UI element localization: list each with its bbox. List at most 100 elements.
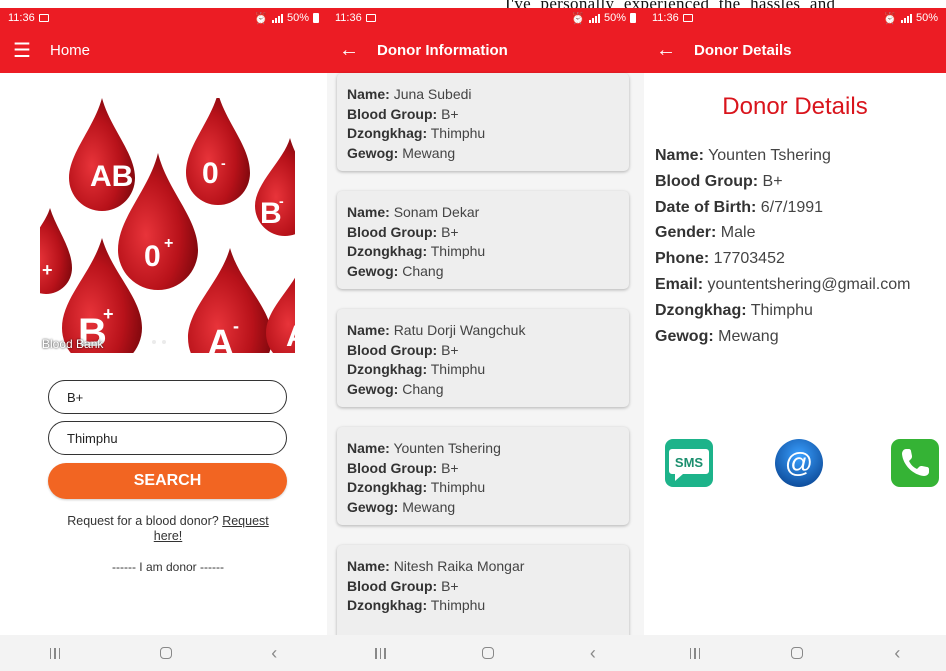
gewog-label: Gewog:	[347, 498, 399, 515]
dzongkhag-label: Dzongkhag:	[347, 125, 428, 141]
blood-drops-illustration: AB - 0 - B - 0 + + B + A - A	[40, 98, 295, 353]
alarm-icon: ⏰	[571, 12, 585, 25]
donor-blood-group: B+	[441, 223, 459, 240]
recent-apps-icon[interactable]	[49, 647, 61, 659]
home-screen: 11:36 ⏰ 50% ☰ Home AB - 0 - B - 0 + + B …	[0, 8, 327, 671]
detail-row: Date of Birth: 6/7/1991	[655, 195, 910, 221]
system-nav-bar: ‹	[327, 635, 644, 671]
donor-dzongkhag: Thimphu	[430, 243, 486, 259]
call-button[interactable]	[889, 437, 941, 489]
donor-card[interactable]: Name: Nitesh Raika Mongar Blood Group: B…	[337, 545, 629, 643]
gallery-notification-icon	[682, 14, 693, 22]
email-button[interactable]: @	[773, 437, 825, 489]
app-bar: ← Donor Details	[644, 28, 946, 73]
sms-label: SMS	[675, 455, 704, 470]
blood-group-label: Blood Group:	[347, 341, 438, 358]
detail-label: Name:	[655, 147, 704, 164]
battery-percent: 50%	[915, 12, 938, 24]
i-am-donor-link[interactable]: ------ I am donor ------	[56, 560, 280, 574]
donor-details-screen: 11:36 ⏰ 50% ← Donor Details Donor Details…	[644, 8, 946, 671]
page-title: Home	[50, 42, 91, 59]
dzongkhag-label: Dzongkhag:	[347, 243, 428, 259]
home-icon[interactable]	[791, 647, 804, 659]
search-button[interactable]: SEARCH	[48, 463, 287, 499]
gallery-notification-icon	[365, 14, 376, 22]
battery-icon	[630, 13, 636, 23]
back-icon[interactable]: ‹	[894, 643, 900, 664]
detail-row: Blood Group: B+	[655, 169, 910, 195]
status-bar: 11:36 ⏰ 50%	[644, 8, 946, 28]
blood-group-label: Blood Group:	[347, 459, 438, 476]
detail-row: Gender: Male	[655, 220, 910, 246]
donor-card[interactable]: Name: Juna Subedi Blood Group: B+ Dzongk…	[337, 73, 629, 171]
hamburger-menu-icon[interactable]: ☰	[12, 38, 32, 63]
home-icon[interactable]	[481, 647, 494, 659]
svg-text:-: -	[233, 316, 239, 336]
back-arrow-icon[interactable]: ←	[339, 39, 359, 62]
detail-label: Phone:	[655, 250, 710, 268]
dzongkhag-input[interactable]: Thimphu	[48, 421, 287, 455]
alarm-icon: ⏰	[254, 12, 268, 25]
detail-value: yountentshering@gmail.com	[707, 275, 911, 293]
back-icon[interactable]: ‹	[271, 643, 277, 664]
detail-label: Dzongkhag:	[655, 301, 747, 319]
status-bar: 11:36 ⏰ 50%	[327, 8, 644, 28]
blood-group-input[interactable]: B+	[48, 380, 287, 414]
donor-list: Name: Juna Subedi Blood Group: B+ Dzongk…	[337, 73, 629, 663]
svg-text:A: A	[207, 323, 234, 353]
donor-card[interactable]: Name: Sonam Dekar Blood Group: B+ Dzongk…	[337, 191, 629, 289]
svg-text:0: 0	[202, 157, 219, 190]
gewog-label: Gewog:	[347, 144, 399, 161]
dzongkhag-label: Dzongkhag:	[347, 597, 428, 613]
svg-text:A: A	[286, 320, 295, 353]
signal-icon	[271, 13, 283, 23]
system-nav-bar: ‹	[644, 635, 946, 671]
blood-group-value: B+	[67, 389, 84, 405]
donor-card[interactable]: Name: Younten Tshering Blood Group: B+ D…	[337, 427, 629, 525]
home-icon[interactable]	[159, 647, 172, 659]
name-label: Name:	[347, 322, 390, 338]
details-list: Name: Younten Tshering Blood Group: B+ D…	[655, 143, 910, 349]
donor-gewog: Mewang	[402, 144, 456, 161]
blood-bank-banner[interactable]: AB - 0 - B - 0 + + B + A - A Blood Bank	[40, 98, 295, 353]
name-label: Name:	[347, 204, 390, 220]
app-bar: ☰ Home	[0, 28, 327, 73]
dzongkhag-label: Dzongkhag:	[347, 479, 428, 495]
email-symbol: @	[785, 447, 813, 478]
back-arrow-icon[interactable]: ←	[656, 39, 676, 62]
detail-value: Younten Tshering	[708, 147, 831, 164]
battery-percent: 50%	[603, 12, 626, 24]
donor-blood-group: B+	[441, 459, 459, 476]
gewog-label: Gewog:	[347, 262, 399, 279]
banner-caption: Blood Bank	[42, 337, 104, 351]
details-heading: Donor Details	[722, 93, 868, 120]
donor-dzongkhag: Thimphu	[430, 361, 486, 377]
donor-card[interactable]: Name: Ratu Dorji Wangchuk Blood Group: B…	[337, 309, 629, 407]
donor-dzongkhag: Thimphu	[430, 479, 486, 495]
svg-text:AB: AB	[90, 160, 133, 193]
detail-value: Male	[720, 224, 756, 242]
blood-group-label: Blood Group:	[347, 577, 438, 594]
donor-dzongkhag: Thimphu	[430, 125, 486, 141]
dzongkhag-value: Thimphu	[67, 430, 118, 446]
svg-text:-: -	[279, 193, 284, 209]
donor-name: Sonam Dekar	[393, 204, 480, 220]
detail-row: Name: Younten Tshering	[655, 143, 910, 169]
name-label: Name:	[347, 440, 390, 456]
sms-button[interactable]: SMS	[663, 437, 715, 489]
page-title: Donor Information	[377, 42, 508, 59]
detail-label: Date of Birth:	[655, 198, 757, 216]
recent-apps-icon[interactable]	[375, 647, 386, 659]
svg-text:-: -	[221, 155, 226, 171]
gallery-notification-icon	[38, 14, 49, 22]
detail-row: Phone: 17703452	[655, 246, 910, 272]
back-icon[interactable]: ‹	[590, 643, 596, 664]
phone-icon	[891, 439, 939, 487]
svg-text:+: +	[103, 304, 114, 324]
recent-apps-icon[interactable]	[689, 647, 701, 659]
detail-row: Gewog: Mewang	[655, 324, 910, 350]
dzongkhag-label: Dzongkhag:	[347, 361, 428, 377]
carousel-indicator[interactable]	[152, 339, 178, 345]
status-time: 11:36	[8, 12, 35, 24]
system-nav-bar: ‹	[0, 635, 327, 671]
